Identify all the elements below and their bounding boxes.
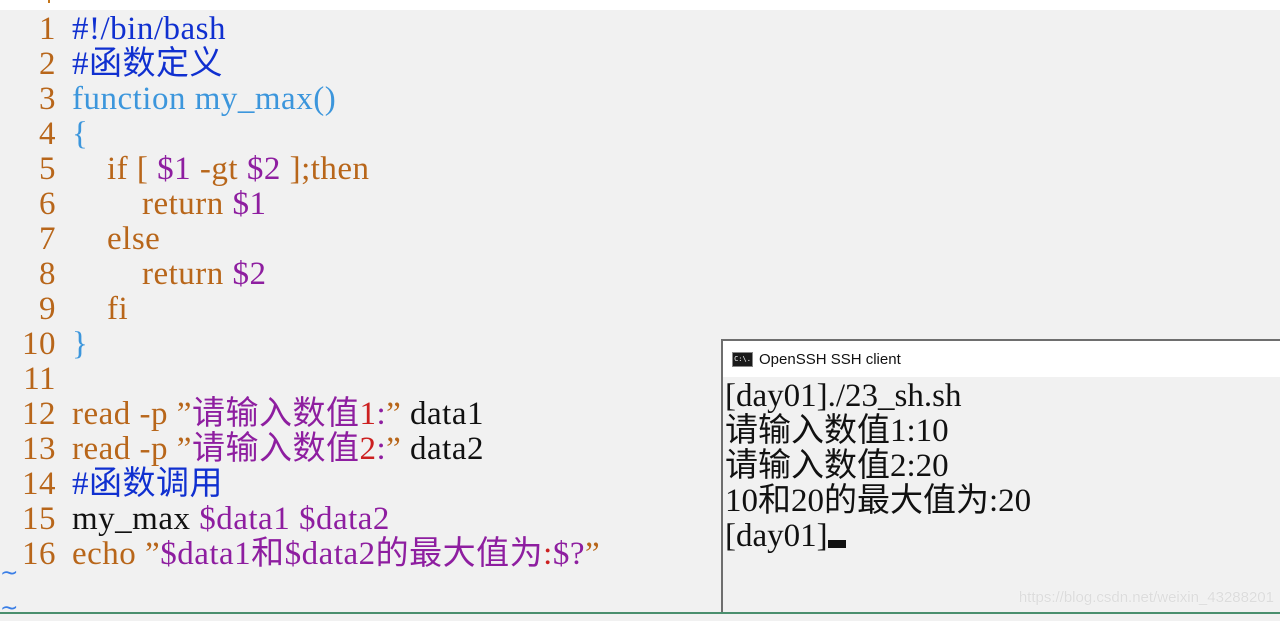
code-line[interactable]: 3 function my_max() (0, 82, 336, 117)
code-token: ];then (280, 151, 370, 187)
code-token: $1 (232, 186, 267, 222)
code-token: -gt (191, 151, 247, 187)
line-number: 15 (22, 501, 56, 537)
terminal-prompt: [day01] (725, 518, 828, 554)
code-token: data2 (401, 431, 484, 467)
code-token: ” (386, 431, 402, 467)
line-number: 14 (22, 466, 56, 502)
terminal-titlebar[interactable]: C:\. OpenSSH SSH client (723, 341, 1280, 377)
line-number: 12 (22, 396, 56, 432)
code-token: } (72, 326, 89, 362)
code-token: $data1和$data2的最大值为 (160, 536, 544, 572)
code-token: ” (176, 396, 192, 432)
code-token: read -p (72, 431, 177, 467)
code-token: function my_max() (72, 81, 337, 117)
ssh-terminal-window[interactable]: C:\. OpenSSH SSH client [day01]./23_sh.s… (721, 339, 1280, 614)
code-line[interactable]: 9 fi (0, 292, 128, 327)
code-token: $1 (157, 151, 192, 187)
console-icon: C:\. (732, 351, 753, 367)
code-line[interactable]: 6 return $1 (0, 187, 267, 222)
empty-line-tilde: ~ (0, 561, 19, 586)
code-token: else (72, 221, 161, 257)
line-number: 2 (39, 46, 56, 82)
line-number: 13 (22, 431, 56, 467)
terminal-output[interactable]: [day01]./23_sh.sh 请输入数值1:10 请输入数值2:20 10… (723, 377, 1280, 554)
code-line[interactable]: 8 return $2 (0, 257, 267, 292)
line-number: 8 (39, 256, 56, 292)
code-line[interactable]: 1 #!/bin/bash (0, 12, 226, 47)
code-line[interactable]: 15 my_max $data1 $data2 (0, 502, 390, 537)
terminal-prompt-line: [day01] (725, 519, 1280, 554)
code-line[interactable]: 16 echo ”$data1和$data2的最大值为:$?” (0, 537, 600, 572)
code-token: $? (552, 536, 585, 572)
code-token: 2 (359, 431, 377, 467)
top-strip (0, 0, 1280, 10)
code-token: fi (72, 291, 129, 327)
line-number: 7 (39, 221, 56, 257)
line-number: 4 (39, 116, 56, 152)
code-token: ” (584, 536, 601, 572)
terminal-line: 请输入数值1:10 (725, 413, 949, 449)
code-line[interactable]: 13 read -p ”请输入数值2:” data2 (0, 432, 484, 467)
line-number: 9 (39, 291, 56, 327)
code-line[interactable]: 10} (0, 327, 88, 362)
terminal-line: 请输入数值2:20 (725, 448, 949, 484)
code-token: ” (176, 431, 192, 467)
line-number: 3 (39, 81, 56, 117)
code-token: read -p (72, 396, 177, 432)
code-token: return (72, 186, 233, 222)
code-line[interactable]: 5 if [ $1 -gt $2 ];then (0, 152, 370, 187)
code-token: #函数定义 (72, 46, 223, 82)
code-token: : (543, 536, 553, 572)
empty-line-tilde: ~ (0, 596, 19, 621)
code-token: #!/bin/bash (72, 11, 226, 47)
code-token: { (72, 116, 89, 152)
code-token: : (376, 396, 387, 432)
code-token: echo (72, 536, 146, 572)
terminal-line: [day01]./23_sh.sh (725, 378, 962, 414)
code-token: $2 (232, 256, 267, 292)
code-token: return (72, 256, 233, 292)
line-number: 10 (22, 326, 56, 362)
text-cursor (827, 540, 846, 548)
code-token: if [ (72, 151, 158, 187)
line-number: 5 (39, 151, 56, 187)
line-number: 6 (39, 186, 56, 222)
watermark: https://blog.csdn.net/weixin_43288201 (1018, 589, 1274, 606)
code-token: 1 (359, 396, 377, 432)
code-token: : (376, 431, 387, 467)
code-line[interactable]: 11 (0, 362, 72, 397)
code-line[interactable]: 4{ (0, 117, 88, 152)
code-token: ” (386, 396, 402, 432)
code-line[interactable]: 7 else (0, 222, 160, 257)
code-token: ” (145, 536, 161, 572)
code-line[interactable]: 12 read -p ”请输入数值1:” data1 (0, 397, 484, 432)
code-token: my_max (72, 501, 200, 537)
code-line[interactable]: 2 #函数定义 (0, 47, 223, 82)
cutoff-line-marker (48, 0, 50, 3)
code-token: data1 (401, 396, 484, 432)
line-number: 1 (39, 11, 56, 47)
line-number: 11 (23, 361, 56, 397)
code-token: 请输入数值 (191, 431, 360, 467)
code-token: 请输入数值 (191, 396, 360, 432)
code-line[interactable]: 14 #函数调用 (0, 467, 223, 502)
code-token: $2 (246, 151, 281, 187)
terminal-line: 10和20的最大值为:20 (725, 483, 1032, 519)
code-token: #函数调用 (72, 466, 223, 502)
code-token: $data1 $data2 (199, 501, 390, 537)
terminal-title: OpenSSH SSH client (759, 350, 901, 368)
